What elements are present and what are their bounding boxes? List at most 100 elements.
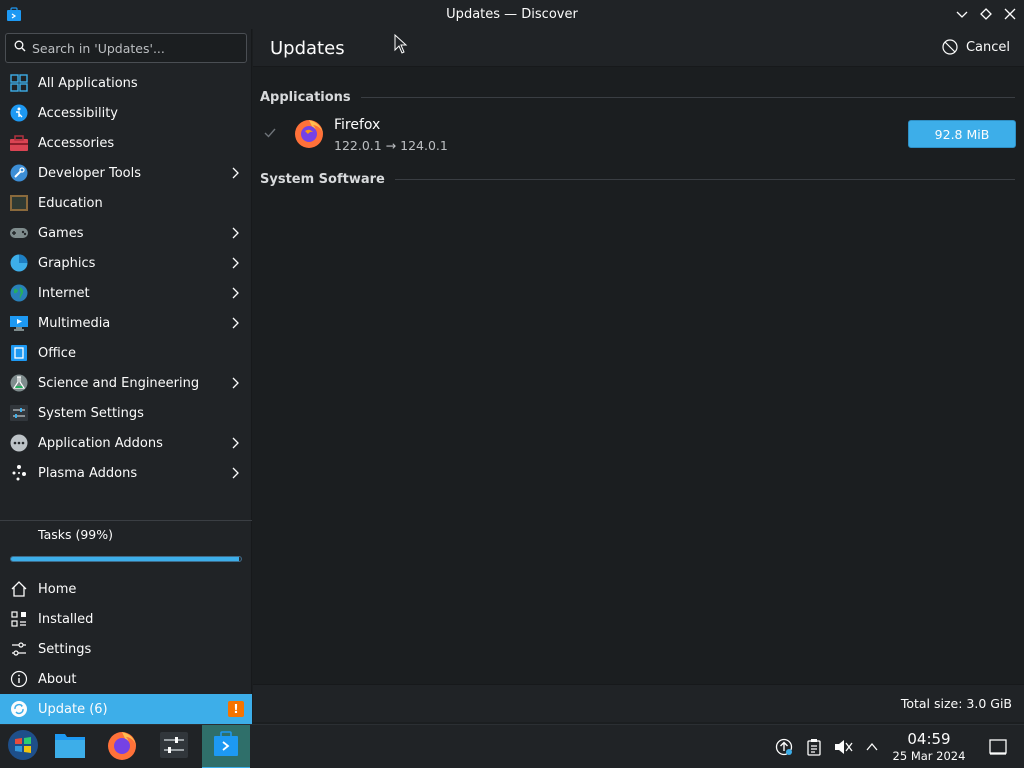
nav-item-label: About bbox=[38, 671, 77, 687]
office-icon bbox=[9, 343, 29, 363]
globe-icon bbox=[9, 283, 29, 303]
mouse-cursor-icon bbox=[394, 33, 408, 54]
chevron-right-icon bbox=[228, 466, 242, 480]
nav-item-home[interactable]: Home bbox=[0, 574, 252, 604]
chevron-right-icon bbox=[228, 166, 242, 180]
page-header: Updates Cancel bbox=[253, 29, 1024, 67]
volume-muted-icon[interactable] bbox=[833, 737, 853, 757]
file-manager-icon bbox=[54, 731, 86, 763]
sidebar: All Applications Accessibility Accessori… bbox=[0, 29, 252, 724]
settings-sliders-icon bbox=[9, 403, 29, 423]
accessibility-icon bbox=[9, 103, 29, 123]
start-menu-icon bbox=[7, 729, 39, 765]
sidebar-item-games[interactable]: Games bbox=[0, 218, 252, 248]
grid-icon bbox=[9, 73, 29, 93]
nav-item-label: Settings bbox=[38, 641, 92, 657]
chevron-right-icon bbox=[228, 436, 242, 450]
chalkboard-icon bbox=[9, 193, 29, 213]
monitor-icon bbox=[9, 313, 29, 333]
graphics-icon bbox=[9, 253, 29, 273]
tasks-progress-fill bbox=[11, 557, 239, 561]
sidebar-item-label: Application Addons bbox=[38, 435, 163, 451]
bottom-nav: Home Installed Settings About Update (6) bbox=[0, 574, 252, 724]
sidebar-item-label: Office bbox=[38, 345, 76, 361]
total-size: Total size: 3.0 GiB bbox=[900, 696, 1012, 711]
sidebar-item-developer-tools[interactable]: Developer Tools bbox=[0, 158, 252, 188]
chevron-right-icon bbox=[228, 226, 242, 240]
update-size-button[interactable]: 92.8 MiB bbox=[908, 120, 1016, 148]
sidebar-item-label: System Settings bbox=[38, 405, 144, 421]
sidebar-item-label: Internet bbox=[38, 285, 90, 301]
update-notifier-icon[interactable] bbox=[774, 737, 794, 757]
taskbar-firefox[interactable] bbox=[99, 725, 145, 768]
sidebar-divider bbox=[0, 520, 252, 521]
section-divider bbox=[360, 96, 1015, 98]
chevron-right-icon bbox=[228, 376, 242, 390]
taskbar-system-settings[interactable] bbox=[151, 725, 197, 768]
sidebar-item-label: Education bbox=[38, 195, 103, 211]
chevron-up-icon[interactable] bbox=[862, 737, 882, 757]
plasma-icon bbox=[9, 463, 29, 483]
search-field[interactable] bbox=[5, 33, 247, 63]
sidebar-item-accessibility[interactable]: Accessibility bbox=[0, 98, 252, 128]
tasks-label[interactable]: Tasks (99%) bbox=[38, 527, 113, 542]
nav-item-about[interactable]: About bbox=[0, 664, 252, 694]
sidebar-item-label: Accessibility bbox=[38, 105, 118, 121]
addons-icon bbox=[9, 433, 29, 453]
sidebar-item-label: Games bbox=[38, 225, 84, 241]
update-app-name: Firefox bbox=[334, 117, 381, 133]
chevron-right-icon bbox=[228, 316, 242, 330]
toolbox-icon bbox=[9, 133, 29, 153]
sidebar-item-plasma-addons[interactable]: Plasma Addons bbox=[0, 458, 252, 488]
nav-item-update[interactable]: Update (6) ! bbox=[0, 694, 252, 724]
sidebar-item-label: All Applications bbox=[38, 75, 138, 91]
tasks-progress-bar bbox=[10, 556, 242, 562]
sidebar-item-application-addons[interactable]: Application Addons bbox=[0, 428, 252, 458]
chevron-right-icon bbox=[228, 256, 242, 270]
sidebar-item-education[interactable]: Education bbox=[0, 188, 252, 218]
nav-item-installed[interactable]: Installed bbox=[0, 604, 252, 634]
firefox-icon bbox=[293, 117, 325, 149]
wrench-icon bbox=[9, 163, 29, 183]
sidebar-item-system-settings[interactable]: System Settings bbox=[0, 398, 252, 428]
sidebar-item-label: Multimedia bbox=[38, 315, 111, 331]
sidebar-item-label: Accessories bbox=[38, 135, 115, 151]
flask-icon bbox=[9, 373, 29, 393]
update-checkbox[interactable] bbox=[263, 126, 277, 140]
search-input[interactable] bbox=[32, 40, 232, 56]
update-icon bbox=[9, 699, 29, 719]
sidebar-item-science-and-engineering[interactable]: Science and Engineering bbox=[0, 368, 252, 398]
chevron-right-icon bbox=[228, 286, 242, 300]
sidebar-item-multimedia[interactable]: Multimedia bbox=[0, 308, 252, 338]
taskbar-discover[interactable] bbox=[202, 725, 250, 768]
clipboard-icon[interactable] bbox=[804, 737, 824, 757]
nav-item-settings[interactable]: Settings bbox=[0, 634, 252, 664]
sidebar-item-all-applications[interactable]: All Applications bbox=[0, 68, 252, 98]
taskbar-file-manager[interactable] bbox=[47, 725, 93, 768]
section-divider bbox=[394, 178, 1015, 180]
nav-item-label: Installed bbox=[38, 611, 94, 627]
close-button[interactable] bbox=[1002, 6, 1018, 22]
footer-bar: Total size: 3.0 GiB bbox=[253, 684, 1024, 722]
minimize-button[interactable] bbox=[954, 6, 970, 22]
cancel-button[interactable]: Cancel bbox=[942, 39, 1010, 55]
category-list: All Applications Accessibility Accessori… bbox=[0, 68, 252, 488]
home-icon bbox=[9, 579, 29, 599]
sidebar-item-accessories[interactable]: Accessories bbox=[0, 128, 252, 158]
warning-badge: ! bbox=[228, 701, 244, 717]
main-content: Updates Cancel Applications Firefox 122.… bbox=[253, 29, 1024, 722]
show-desktop-icon[interactable] bbox=[988, 737, 1008, 757]
sidebar-item-graphics[interactable]: Graphics bbox=[0, 248, 252, 278]
clock-date[interactable]: 25 Mar 2024 bbox=[885, 749, 973, 763]
sidebar-item-office[interactable]: Office bbox=[0, 338, 252, 368]
section-title: System Software bbox=[260, 171, 385, 187]
system-settings-icon bbox=[159, 731, 189, 763]
maximize-button[interactable] bbox=[978, 6, 994, 22]
page-title: Updates bbox=[270, 38, 345, 59]
clock-time[interactable]: 04:59 bbox=[890, 730, 968, 748]
title-bar: Updates — Discover bbox=[0, 0, 1024, 29]
section-applications: Applications bbox=[260, 87, 1015, 107]
update-item[interactable]: Firefox 122.0.1 → 124.0.1 92.8 MiB bbox=[253, 111, 1024, 157]
sidebar-item-internet[interactable]: Internet bbox=[0, 278, 252, 308]
start-menu-button[interactable] bbox=[0, 725, 46, 768]
